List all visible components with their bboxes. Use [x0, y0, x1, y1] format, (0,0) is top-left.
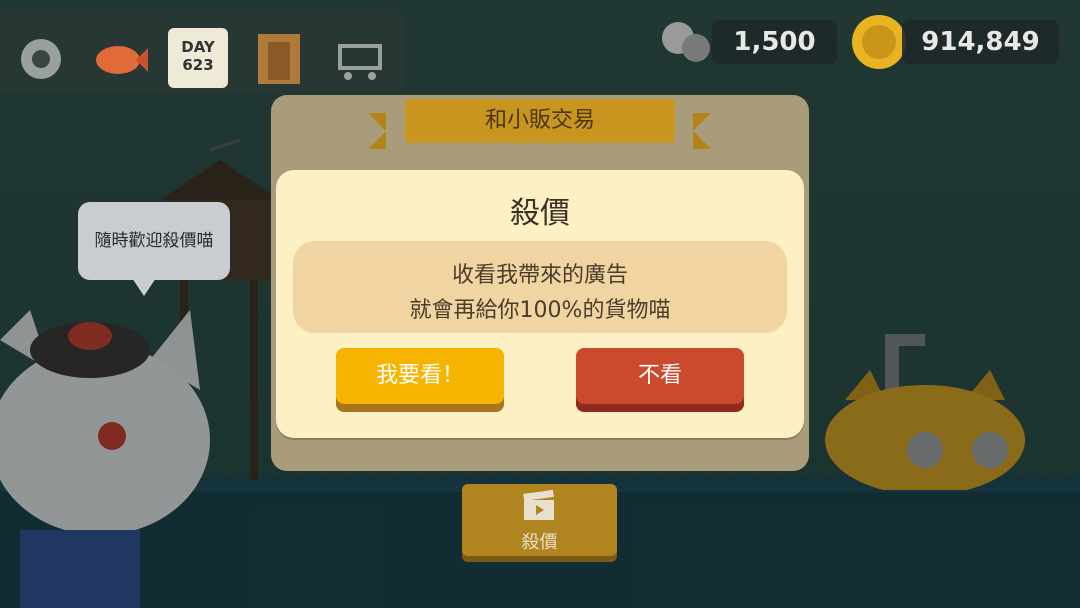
coin-counter: 914,849	[902, 20, 1059, 64]
ribbon-tail-right	[693, 113, 711, 149]
coin-icon	[852, 15, 906, 69]
bargain-button[interactable]: 殺價	[462, 484, 617, 556]
dialog-message-box: 收看我帶來的廣告 就會再給你100%的貨物喵	[293, 241, 787, 333]
clapperboard-icon	[523, 490, 554, 520]
watch-ad-button[interactable]: 我要看！	[336, 348, 504, 404]
dialog-title: 殺價	[510, 196, 570, 231]
speech-bubble-tail	[132, 278, 156, 296]
bargain-dialog: 殺價 收看我帶來的廣告 就會再給你100%的貨物喵 我要看！ 不看	[276, 170, 804, 438]
gear-icon[interactable]	[12, 30, 70, 88]
calendar-day-number: 623	[182, 56, 214, 74]
calendar-day-label: DAY	[181, 38, 215, 56]
parts-icon	[662, 22, 710, 62]
trade-panel-title: 和小販交易	[484, 108, 595, 133]
parts-counter: 1,500	[712, 20, 837, 64]
fish-icon[interactable]	[90, 30, 148, 88]
dialog-message-line-2: 就會再給你100%的貨物喵	[409, 298, 671, 323]
npc-speech-text: 隨時歡迎殺價喵	[94, 231, 214, 251]
parts-amount: 1,500	[733, 27, 816, 57]
calendar-icon[interactable]: DAY 623	[168, 28, 228, 88]
decline-button[interactable]: 不看	[576, 348, 744, 404]
ribbon-tail-left	[368, 113, 386, 149]
cart-icon[interactable]	[330, 30, 388, 88]
door-icon[interactable]	[250, 30, 308, 88]
bargain-button-label: 殺價	[521, 532, 558, 553]
coin-amount: 914,849	[921, 27, 1040, 57]
dialog-message-line-1: 收看我帶來的廣告	[451, 263, 628, 288]
top-toolbar: DAY 623	[0, 10, 405, 94]
